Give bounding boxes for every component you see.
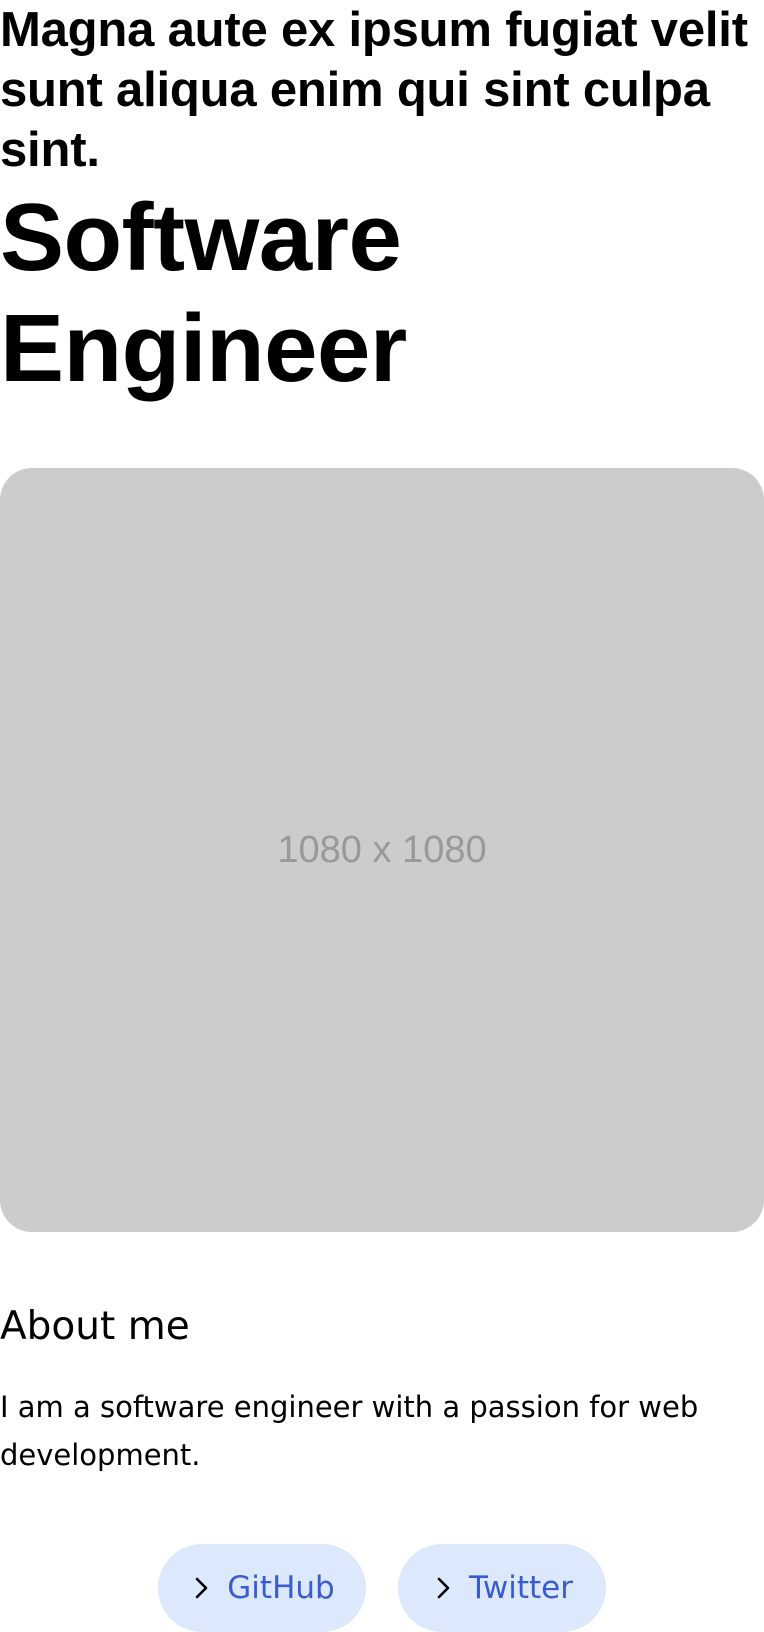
github-link-label: GitHub <box>227 1570 335 1606</box>
twitter-link-label: Twitter <box>469 1570 573 1606</box>
image-placeholder-label: 1080 x 1080 <box>277 828 487 871</box>
about-text: I am a software engineer with a passion … <box>0 1390 699 1472</box>
hero-image-placeholder: 1080 x 1080 <box>0 468 764 1232</box>
tagline: Magna aute ex ipsum fugiat velit sunt al… <box>0 3 748 177</box>
chevron-right-icon <box>437 1577 450 1599</box>
social-links: GitHub Twitter <box>0 1544 764 1632</box>
twitter-link-button[interactable]: Twitter <box>398 1544 606 1632</box>
chevron-right-icon <box>195 1577 208 1599</box>
page-title: Software Engineer <box>0 184 407 402</box>
github-link-button[interactable]: GitHub <box>158 1544 366 1632</box>
about-heading: About me <box>0 1304 190 1349</box>
